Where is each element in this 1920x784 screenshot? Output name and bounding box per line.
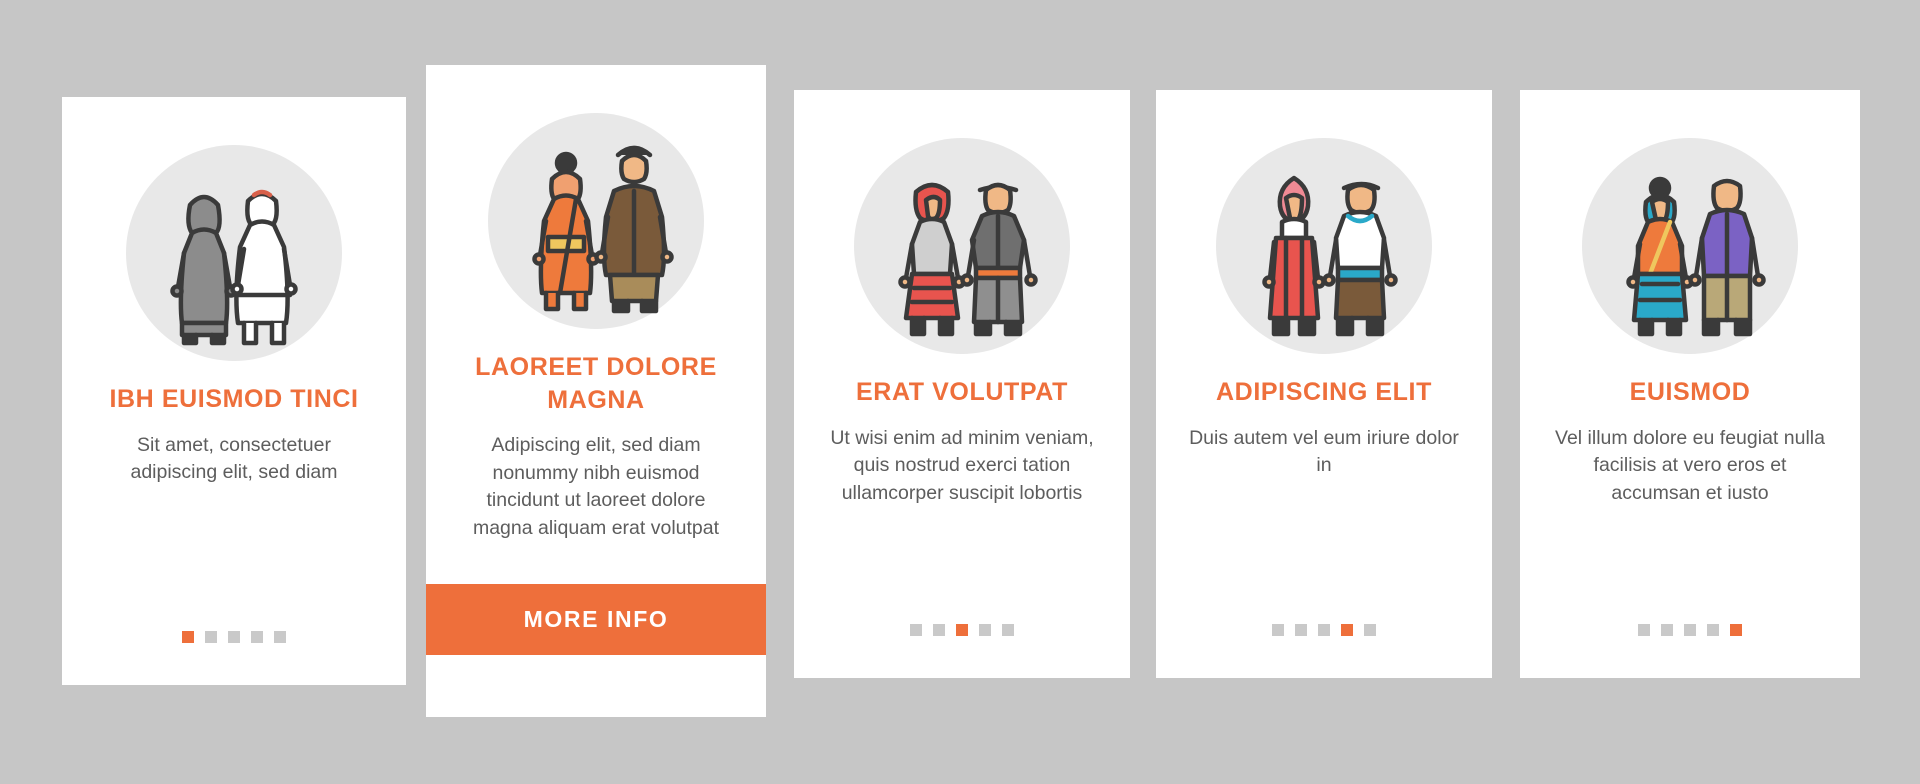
card-body: Duis autem vel eum iriure dolor in (1189, 426, 1459, 477)
pagination-dot[interactable] (1638, 624, 1650, 636)
card-title: EUISMOD (1629, 378, 1751, 406)
illustration-two-people-red-gray-icon (854, 138, 1070, 354)
pagination-dot[interactable] (251, 631, 263, 643)
card-body: Sit amet, consectetuer adipiscing elit, … (130, 433, 338, 484)
pagination-dots[interactable] (182, 631, 286, 643)
card-title: LAOREET DOLORE MAGNA (475, 353, 717, 414)
onboarding-screens-stage: IBH EUISMOD TINCI Sit amet, consectetuer… (0, 0, 1920, 784)
pagination-dots[interactable] (1272, 624, 1376, 636)
onboarding-card-4[interactable]: ADIPISCING ELIT Duis autem vel eum iriur… (1156, 90, 1492, 678)
card-title: IBH EUISMOD TINCI (109, 385, 359, 413)
illustration-two-people-orange-brown-icon (488, 113, 704, 329)
card-body: Ut wisi enim ad minim veniam, quis nostr… (830, 426, 1094, 504)
pagination-dots[interactable] (1638, 624, 1742, 636)
pagination-dot[interactable] (1364, 624, 1376, 636)
illustration-two-people-gray-icon (126, 145, 342, 361)
pagination-dot[interactable] (182, 631, 194, 643)
card-title: ERAT VOLUTPAT (856, 378, 1068, 406)
pagination-dot[interactable] (1318, 624, 1330, 636)
pagination-dot[interactable] (1730, 624, 1742, 636)
pagination-dot[interactable] (228, 631, 240, 643)
onboarding-card-1[interactable]: IBH EUISMOD TINCI Sit amet, consectetuer… (62, 97, 406, 685)
pagination-dot[interactable] (1707, 624, 1719, 636)
pagination-dot[interactable] (910, 624, 922, 636)
illustration-two-people-pink-white-icon (1216, 138, 1432, 354)
pagination-dot[interactable] (979, 624, 991, 636)
pagination-dot[interactable] (274, 631, 286, 643)
onboarding-card-5[interactable]: EUISMOD Vel illum dolore eu feugiat null… (1520, 90, 1860, 678)
pagination-dot[interactable] (1295, 624, 1307, 636)
card-body: Adipiscing elit, sed diam nonummy nibh e… (472, 434, 720, 540)
pagination-dot[interactable] (1272, 624, 1284, 636)
pagination-dot[interactable] (956, 624, 968, 636)
pagination-dot[interactable] (1341, 624, 1353, 636)
pagination-dot[interactable] (1661, 624, 1673, 636)
more-info-button[interactable]: MORE INFO (426, 584, 766, 655)
onboarding-card-2[interactable]: LAOREET DOLORE MAGNA Adipiscing elit, se… (426, 65, 766, 717)
illustration-two-people-sari-purple-icon (1582, 138, 1798, 354)
pagination-dot[interactable] (205, 631, 217, 643)
card-body: Vel illum dolore eu feugiat nulla facili… (1555, 426, 1825, 504)
card-title: ADIPISCING ELIT (1216, 378, 1432, 406)
pagination-dot[interactable] (1684, 624, 1696, 636)
onboarding-card-3[interactable]: ERAT VOLUTPAT Ut wisi enim ad minim veni… (794, 90, 1130, 678)
pagination-dot[interactable] (933, 624, 945, 636)
pagination-dot[interactable] (1002, 624, 1014, 636)
pagination-dots[interactable] (910, 624, 1014, 636)
